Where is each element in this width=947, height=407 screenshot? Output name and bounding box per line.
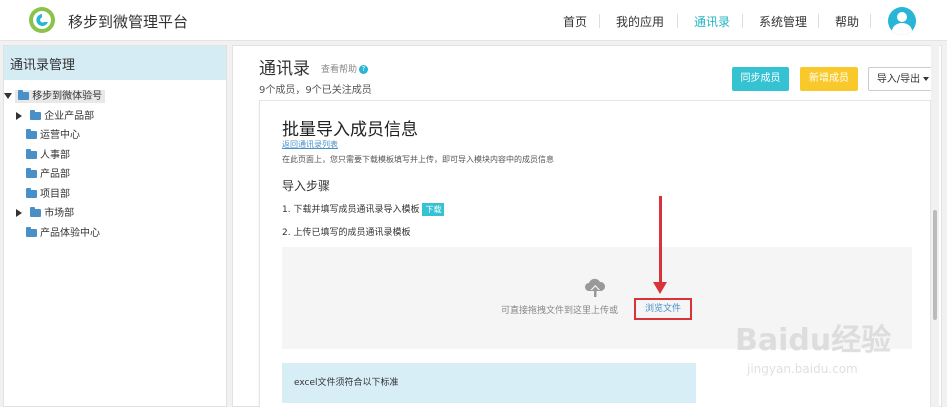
tree-item-projects[interactable]: 项目部 [26, 185, 70, 200]
excel-notice: excel文件须符合以下标准 [294, 378, 399, 388]
import-export-button[interactable]: 导入/导出 [868, 67, 938, 91]
browse-files-button[interactable]: 浏览文件 [634, 298, 692, 320]
nav-divider [599, 14, 600, 28]
step-2: 2. 上传已填写的成员通讯录模板 [282, 228, 411, 238]
add-member-button[interactable]: 新增成员 [800, 67, 858, 91]
app-logo-icon [29, 7, 55, 33]
expand-down-icon[interactable] [4, 93, 12, 99]
folder-icon [26, 188, 37, 198]
sidebar-title: 通讯录管理 [4, 46, 226, 80]
nav-contacts[interactable]: 通讯录 [694, 13, 730, 30]
nav-home[interactable]: 首页 [563, 13, 587, 30]
expand-right-icon[interactable] [16, 209, 22, 217]
help-icon: ? [359, 65, 369, 74]
back-to-contacts-link[interactable]: 返回通讯录列表 [282, 139, 338, 150]
annotation-arrow-head [653, 282, 667, 294]
folder-icon [26, 227, 37, 237]
app-title: 移步到微管理平台 [68, 13, 189, 31]
step-1: 1. 下载并填写成员通讯录导入模板 下载 [282, 202, 445, 216]
expand-right-icon[interactable] [16, 112, 22, 120]
tree-root[interactable]: 移步到微体验号 [4, 87, 106, 103]
scroll-thumb[interactable] [933, 210, 937, 320]
tree-item-marketing[interactable]: 市场部 [16, 204, 74, 219]
nav-my-apps[interactable]: 我的应用 [616, 13, 664, 30]
steps-title: 导入步骤 [282, 179, 331, 193]
folder-icon [26, 168, 37, 178]
baidu-watermark: Baidu经验 jingyan.baidu.com [735, 323, 892, 376]
top-bar: 移步到微管理平台 首页 我的应用 通讯录 系统管理 帮助 [0, 0, 947, 41]
import-description: 在此页面上，您只需要下载模板填写并上传，即可导入模块内容中的成员信息 [282, 155, 554, 164]
import-title: 批量导入成员信息 [282, 120, 418, 140]
avatar-user-icon [897, 12, 907, 22]
tree-item-operations[interactable]: 运营中心 [26, 126, 80, 141]
folder-icon [30, 110, 42, 120]
nav-divider [742, 14, 743, 28]
cloud-upload-icon [585, 278, 606, 297]
help-link[interactable]: 查看帮助? [321, 62, 369, 75]
sidebar: 通讯录管理 移步到微体验号 企业产品部 运营中心 人事部 产品部 项目部 市场部… [3, 45, 227, 407]
annotation-arrow [659, 196, 662, 284]
tree-item-enterprise-products[interactable]: 企业产品部 [16, 107, 94, 122]
nav-divider [818, 14, 819, 28]
tree-item-product[interactable]: 产品部 [26, 165, 70, 180]
download-template-button[interactable]: 下载 [422, 203, 445, 216]
nav-system-admin[interactable]: 系统管理 [759, 13, 807, 30]
drop-hint: 可直接拖拽文件到这里上传或 [501, 306, 619, 316]
folder-icon [30, 207, 42, 217]
folder-icon [18, 90, 30, 100]
nav-divider [870, 14, 871, 28]
scrollbar[interactable] [931, 45, 939, 407]
tree-item-product-experience[interactable]: 产品体验中心 [26, 224, 100, 239]
member-count: 9个成员，9个已关注成员 [259, 85, 372, 96]
sync-members-button[interactable]: 同步成员 [732, 67, 789, 91]
nav-help[interactable]: 帮助 [835, 13, 859, 30]
excel-requirements: excel文件须符合以下标准 [282, 363, 696, 403]
folder-icon [26, 129, 37, 139]
folder-icon [26, 149, 37, 159]
page-title: 通讯录 [259, 59, 310, 79]
nav-divider [677, 14, 678, 28]
tree-item-hr[interactable]: 人事部 [26, 146, 70, 161]
chevron-down-icon [923, 77, 930, 81]
avatar[interactable] [888, 7, 916, 35]
